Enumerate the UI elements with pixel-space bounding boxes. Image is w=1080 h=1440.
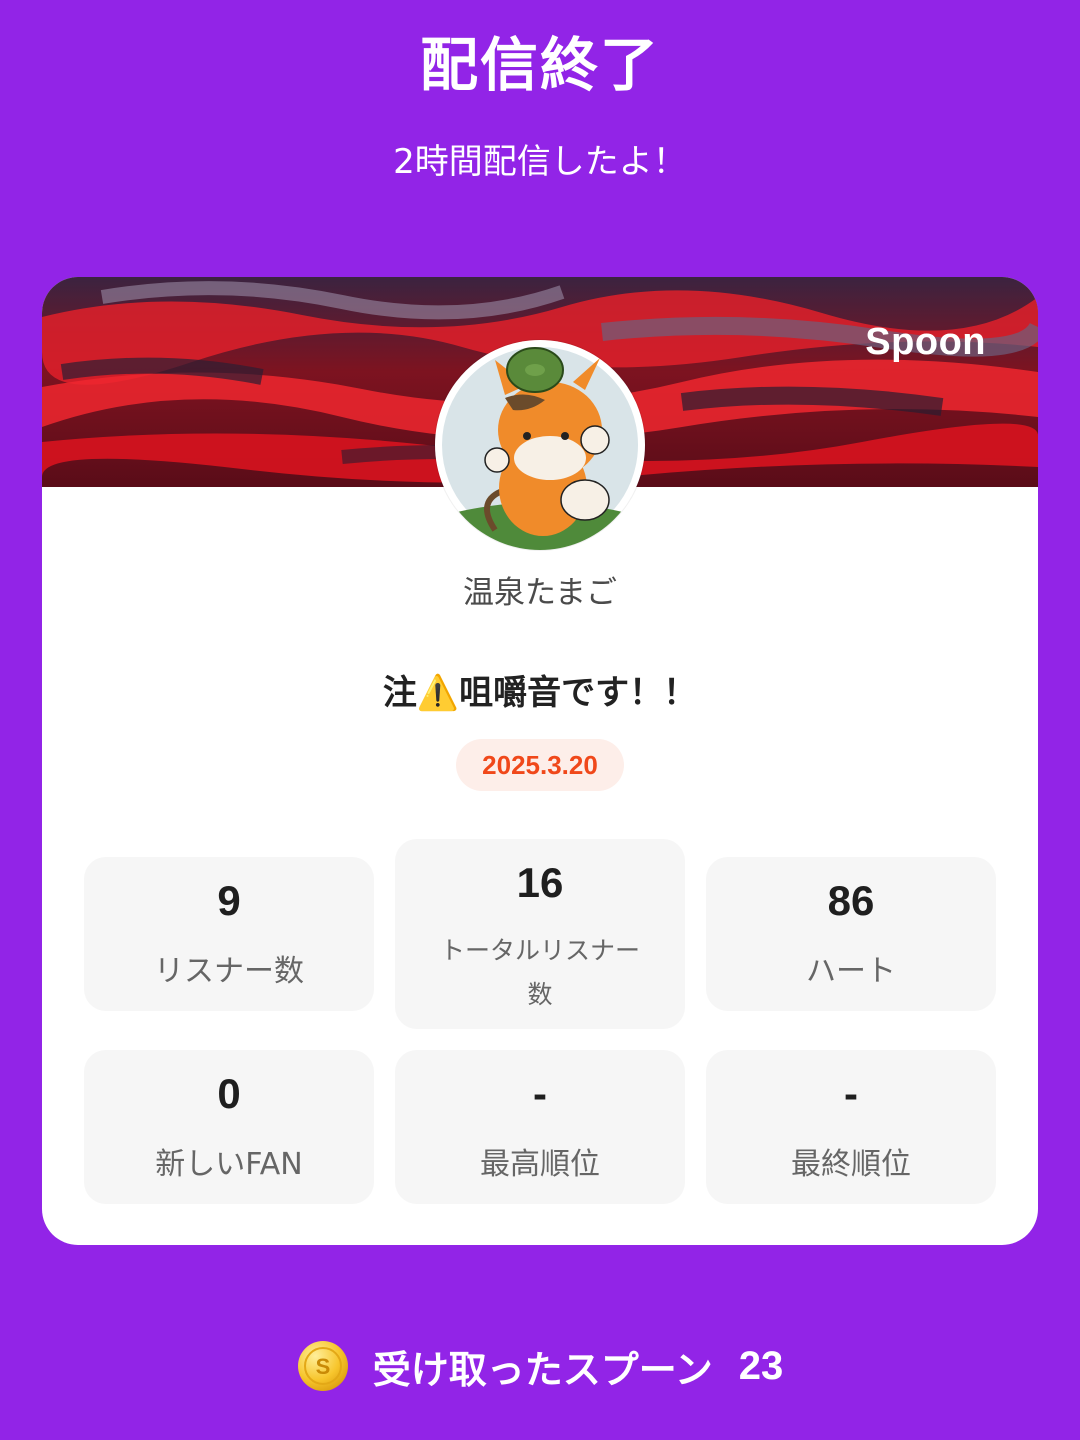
received-spoons-count: 23 xyxy=(738,1343,784,1388)
spoon-coin-icon: S xyxy=(297,1340,349,1392)
live-title: 注⚠️咀嚼音です！！ xyxy=(382,673,698,713)
avatar[interactable] xyxy=(435,340,645,550)
live-summary-card: Spoon 温泉たまご 注⚠️咀嚼音です！！ 2025.3.20 9 リスナー数 xyxy=(42,277,1038,1245)
stat-label: 最高順位 xyxy=(480,1147,600,1182)
stat-value: 0 xyxy=(217,1070,241,1117)
stat-hearts: 86 ハート xyxy=(706,857,996,1011)
page-subtitle: 2時間配信したよ！ xyxy=(393,142,687,182)
stat-listeners: 9 リスナー数 xyxy=(84,857,374,1011)
svg-text:S: S xyxy=(315,1354,330,1379)
stat-final-rank: - 最終順位 xyxy=(706,1050,996,1204)
spoon-logo: Spoon xyxy=(865,321,986,363)
stat-value: 9 xyxy=(217,877,241,924)
mascot-avatar-icon xyxy=(436,341,644,550)
stat-value: - xyxy=(533,1070,547,1117)
stat-label: 最終順位 xyxy=(791,1147,911,1182)
username: 温泉たまご xyxy=(462,575,618,611)
stat-value: 16 xyxy=(516,859,564,906)
stat-label: 新しいFAN xyxy=(155,1147,303,1182)
stat-highest-rank: - 最高順位 xyxy=(395,1050,685,1204)
stat-label: トータルリスナー数 xyxy=(439,936,640,1009)
received-spoons-label: 受け取ったスプーン xyxy=(372,1347,713,1392)
stat-value: - xyxy=(844,1070,858,1117)
page-title: 配信終了 xyxy=(419,31,660,99)
stat-value: 86 xyxy=(827,877,875,924)
stat-total-listeners: 16 トータルリスナー数 xyxy=(395,839,685,1029)
stat-label: リスナー数 xyxy=(154,954,304,989)
date-badge: 2025.3.20 xyxy=(456,739,624,791)
stat-label: ハート xyxy=(806,954,896,989)
stat-new-fans: 0 新しいFAN xyxy=(84,1050,374,1204)
received-spoons: S 受け取ったスプーン 23 xyxy=(0,1336,1080,1396)
